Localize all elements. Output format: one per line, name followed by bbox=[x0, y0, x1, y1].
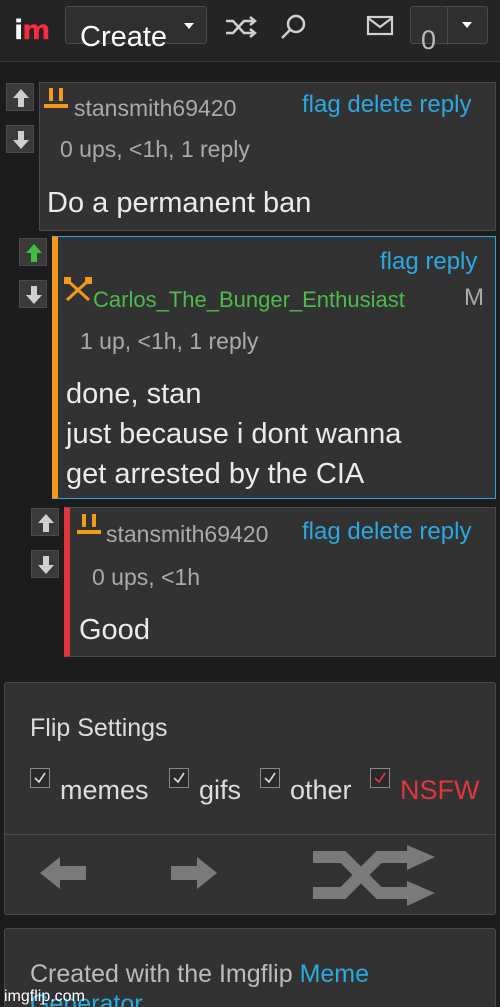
other-label[interactable]: other bbox=[290, 775, 352, 805]
other-checkbox[interactable] bbox=[260, 768, 280, 788]
flip-settings-panel: Flip Settings memes gifs other NSFW bbox=[4, 682, 496, 915]
search-icon[interactable] bbox=[279, 12, 309, 42]
comment: stansmith69420 flag delete reply 0 ups, … bbox=[39, 82, 496, 231]
nsfw-checkbox[interactable] bbox=[370, 768, 390, 788]
comment-text-line: done, stan bbox=[66, 378, 202, 410]
check-icon bbox=[173, 772, 185, 784]
comment-text-line: just because i dont wanna bbox=[66, 418, 402, 450]
mod-badge-icon bbox=[44, 88, 68, 108]
random-shuffle-icon[interactable] bbox=[309, 843, 437, 909]
mail-icon[interactable] bbox=[366, 15, 394, 37]
create-dropdown-button[interactable]: Create bbox=[65, 6, 207, 53]
comment-meta: 1 up, <1h, 1 reply bbox=[80, 328, 259, 354]
footer-text: Created with the Imgflip Meme bbox=[30, 960, 370, 988]
comment: stansmith69420 flag delete reply 0 ups, … bbox=[64, 507, 496, 657]
notification-dropdown[interactable]: 0 bbox=[410, 6, 488, 55]
comment-actions[interactable]: flag delete reply bbox=[302, 518, 471, 546]
flip-settings-title: Flip Settings bbox=[30, 714, 168, 742]
arrow-up-icon bbox=[26, 244, 42, 262]
imgflip-watermark: imgflip.com bbox=[4, 988, 85, 1005]
upvote-button[interactable] bbox=[31, 508, 59, 536]
arrow-up-icon bbox=[38, 514, 54, 532]
check-icon bbox=[264, 772, 276, 784]
notification-count: 0 bbox=[421, 25, 437, 55]
arrow-down-icon bbox=[26, 286, 42, 304]
downvote-button[interactable] bbox=[31, 550, 59, 578]
downvote-button[interactable] bbox=[19, 280, 47, 308]
upvote-button[interactable] bbox=[6, 83, 34, 111]
crossed-swords-badge-icon bbox=[64, 277, 92, 302]
upvote-button[interactable] bbox=[19, 238, 47, 266]
arrow-down-icon bbox=[38, 556, 54, 574]
imgflip-logo[interactable]: im bbox=[14, 16, 50, 46]
comment-username[interactable]: Carlos_The_Bunger_Enthusiast bbox=[93, 286, 405, 314]
arrow-up-icon bbox=[13, 89, 29, 107]
comment-username[interactable]: stansmith69420 bbox=[74, 94, 236, 122]
chevron-down-icon bbox=[462, 22, 472, 28]
memes-label[interactable]: memes bbox=[60, 775, 149, 805]
comment-text: Good bbox=[79, 614, 150, 646]
comment-actions[interactable]: flag reply bbox=[380, 248, 477, 276]
check-icon bbox=[374, 772, 386, 784]
downvote-button[interactable] bbox=[6, 125, 34, 153]
user-suffix: M bbox=[464, 284, 484, 311]
next-arrow-icon[interactable] bbox=[167, 853, 219, 893]
check-icon bbox=[34, 772, 46, 784]
comment-actions[interactable]: flag delete reply bbox=[302, 91, 471, 119]
create-label: Create bbox=[80, 21, 168, 53]
memes-checkbox[interactable] bbox=[30, 768, 50, 788]
comment-text: Do a permanent ban bbox=[47, 187, 312, 219]
gifs-label[interactable]: gifs bbox=[199, 775, 241, 805]
chevron-down-icon bbox=[184, 23, 194, 29]
mod-badge-icon bbox=[77, 514, 101, 534]
previous-arrow-icon[interactable] bbox=[38, 853, 90, 893]
shuffle-icon[interactable] bbox=[224, 12, 258, 42]
meme-generator-link[interactable]: Meme bbox=[300, 960, 369, 988]
comment: flag reply Carlos_The_Bunger_Enthusiast … bbox=[52, 236, 496, 499]
comment-meta: 0 ups, <1h bbox=[92, 564, 201, 590]
comment-meta: 0 ups, <1h, 1 reply bbox=[60, 136, 250, 162]
comment-username[interactable]: stansmith69420 bbox=[106, 520, 268, 548]
comment-text-line: get arrested by the CIA bbox=[66, 458, 365, 490]
arrow-down-icon bbox=[13, 131, 29, 149]
gifs-checkbox[interactable] bbox=[169, 768, 189, 788]
top-bar: im Create 0 bbox=[0, 0, 500, 62]
nsfw-label[interactable]: NSFW bbox=[400, 775, 479, 805]
